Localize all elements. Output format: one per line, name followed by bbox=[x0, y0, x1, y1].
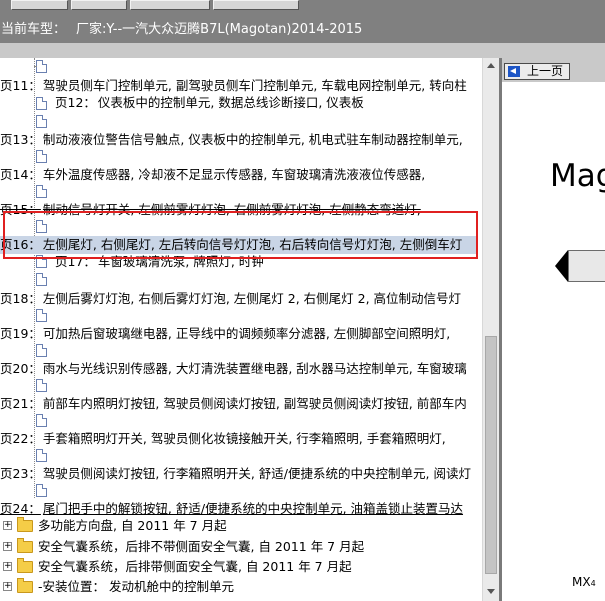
current-vehicle-value: 厂家:Y--一汽大众迈腾B7L(Magotan)2014-2015 bbox=[76, 22, 363, 37]
document-icon[interactable] bbox=[36, 379, 47, 392]
diagram-code-sub: 4 bbox=[590, 579, 596, 588]
page-number: 页11： bbox=[0, 78, 41, 93]
viewer-toolbar: 上一页 bbox=[502, 58, 605, 82]
tree-item-page-24[interactable]: 页24： 尾门把手中的解锁按钮, 舒适/便捷系统的中央控制单元, 油箱盖锁止装置马… bbox=[0, 500, 463, 518]
folder-label: -安装位置： 发动机舱中的控制单元 bbox=[38, 579, 234, 594]
toolbar-button-3[interactable] bbox=[130, 0, 210, 10]
page-components: 前部车内照明灯按钮, 驾驶员侧阅读灯按钮, 副驾驶员侧阅读灯按钮, 前部车内 bbox=[42, 396, 467, 411]
folder-label: 安全气囊系统，后排带侧面安全气囊, 自 2011 年 7 月起 bbox=[38, 559, 352, 574]
folder-label: 安全气囊系统，后排不带侧面安全气囊, 自 2011 年 7 月起 bbox=[38, 539, 365, 554]
toolbar-button-1[interactable] bbox=[11, 0, 68, 10]
nav-bar[interactable] bbox=[568, 250, 605, 282]
scrollbar-thumb[interactable] bbox=[485, 336, 497, 574]
page-number: 页24： bbox=[0, 501, 41, 516]
scroll-up-arrow-icon[interactable] bbox=[487, 63, 495, 68]
tree-item-page-14[interactable]: 页14： 车外温度传感器, 冷却液不足显示传感器, 车窗玻璃清洗液液位传感器, bbox=[0, 166, 425, 184]
header-strip bbox=[0, 43, 605, 58]
page-number: 页12： bbox=[55, 95, 96, 110]
tree-item-page-13[interactable]: 页13： 制动液液位警告信号触点, 仪表板中的控制单元, 机电式驻车制动器控制单元… bbox=[0, 131, 463, 149]
tree-folder-airbag-no-side[interactable]: + 安全气囊系统，后排不带侧面安全气囊, 自 2011 年 7 月起 bbox=[0, 538, 480, 556]
left-arrow-icon bbox=[508, 66, 520, 77]
document-icon[interactable] bbox=[36, 484, 47, 497]
folder-icon bbox=[17, 578, 33, 593]
page-number: 页18： bbox=[0, 291, 41, 306]
highlight-annotation bbox=[3, 211, 478, 259]
tree-item-page-23[interactable]: 页23： 驾驶员侧阅读灯按钮, 行李箱照明开关, 舒适/便捷系统的中央控制单元, … bbox=[0, 465, 471, 483]
expand-icon[interactable]: + bbox=[3, 521, 12, 530]
tree-item-page-21[interactable]: 页21： 前部车内照明灯按钮, 驾驶员侧阅读灯按钮, 副驾驶员侧阅读灯按钮, 前部… bbox=[0, 395, 467, 413]
page-number: 页14： bbox=[0, 167, 41, 182]
current-vehicle-label: 当前车型： bbox=[1, 22, 67, 37]
tree-connector bbox=[34, 66, 36, 67]
folder-icon bbox=[17, 558, 33, 573]
tree-item-page-19[interactable]: 页19： 可加热后窗玻璃继电器, 正导线中的调频频率分滤器, 左侧脚部空间照明灯, bbox=[0, 325, 450, 343]
tree-scrollbar[interactable] bbox=[482, 58, 499, 601]
document-icon[interactable] bbox=[36, 449, 47, 462]
tree-folder-multifunction-wheel[interactable]: + 多功能方向盘, 自 2011 年 7 月起 bbox=[0, 517, 480, 535]
wiring-tree: 页11： 驾驶员侧车门控制单元, 副驾驶员侧车门控制单元, 车载电网控制单元, 转… bbox=[0, 58, 482, 601]
expand-icon[interactable]: + bbox=[3, 562, 12, 571]
folder-label: 多功能方向盘, 自 2011 年 7 月起 bbox=[38, 518, 227, 533]
previous-page-label: 上一页 bbox=[527, 64, 564, 78]
document-icon[interactable] bbox=[36, 150, 47, 163]
top-toolbar: 当前车型： 厂家:Y--一汽大众迈腾B7L(Magotan)2014-2015 bbox=[0, 0, 605, 43]
document-icon[interactable] bbox=[36, 309, 47, 322]
diagram-code-main: MX bbox=[572, 575, 591, 589]
page-number: 页23： bbox=[0, 466, 41, 481]
current-vehicle: 当前车型： 厂家:Y--一汽大众迈腾B7L(Magotan)2014-2015 bbox=[1, 21, 362, 39]
document-icon[interactable] bbox=[36, 97, 47, 110]
scroll-down-arrow-icon[interactable] bbox=[487, 589, 495, 594]
page-number: 页13： bbox=[0, 132, 41, 147]
page-components: 制动液液位警告信号触点, 仪表板中的控制单元, 机电式驻车制动器控制单元, bbox=[42, 132, 463, 147]
document-icon[interactable] bbox=[36, 273, 47, 286]
tree-item-page-12[interactable]: 页12： 仪表板中的控制单元, 数据总线诊断接口, 仪表板 bbox=[55, 94, 364, 112]
page-number: 页19： bbox=[0, 326, 41, 341]
nav-left-arrow-icon[interactable] bbox=[555, 250, 568, 282]
tree-item-page-11[interactable]: 页11： 驾驶员侧车门控制单元, 副驾驶员侧车门控制单元, 车载电网控制单元, 转… bbox=[0, 77, 467, 95]
tree-item-page-20[interactable]: 页20： 雨水与光线识别传感器, 大灯清洗装置继电器, 刮水器马达控制单元, 车窗… bbox=[0, 360, 467, 378]
page-components: 左侧后雾灯灯泡, 右侧后雾灯灯泡, 左侧尾灯 2, 右侧尾灯 2, 高位制动信号… bbox=[42, 291, 462, 306]
previous-page-button[interactable]: 上一页 bbox=[504, 63, 570, 80]
page-components: 仪表板中的控制单元, 数据总线诊断接口, 仪表板 bbox=[97, 95, 364, 110]
document-viewer: 上一页 Mag MX4 bbox=[502, 58, 605, 601]
page-number: 页22： bbox=[0, 431, 41, 446]
tree-folder-airbag-side[interactable]: + 安全气囊系统，后排带侧面安全气囊, 自 2011 年 7 月起 bbox=[0, 558, 480, 576]
page-number: 页21： bbox=[0, 396, 41, 411]
toolbar-button-2[interactable] bbox=[71, 0, 127, 10]
tree-item-page-18[interactable]: 页18： 左侧后雾灯灯泡, 右侧后雾灯灯泡, 左侧尾灯 2, 右侧尾灯 2, 高位… bbox=[0, 290, 461, 308]
toolbar-button-4[interactable] bbox=[213, 0, 299, 10]
page-components: 尾门把手中的解锁按钮, 舒适/便捷系统的中央控制单元, 油箱盖锁止装置马达 bbox=[42, 501, 464, 516]
diagram-title: Mag bbox=[550, 158, 605, 194]
page-components: 可加热后窗玻璃继电器, 正导线中的调频频率分滤器, 左侧脚部空间照明灯, bbox=[42, 326, 451, 341]
page-number: 页20： bbox=[0, 361, 41, 376]
page-components: 驾驶员侧阅读灯按钮, 行李箱照明开关, 舒适/便捷系统的中央控制单元, 阅读灯 bbox=[42, 466, 471, 481]
page-components: 驾驶员侧车门控制单元, 副驾驶员侧车门控制单元, 车载电网控制单元, 转向柱 bbox=[42, 78, 467, 93]
folder-icon bbox=[17, 517, 33, 532]
document-icon[interactable] bbox=[36, 185, 47, 198]
document-icon[interactable] bbox=[36, 60, 47, 73]
expand-icon[interactable]: + bbox=[3, 582, 12, 591]
page-components: 雨水与光线识别传感器, 大灯清洗装置继电器, 刮水器马达控制单元, 车窗玻璃 bbox=[42, 361, 467, 376]
document-icon[interactable] bbox=[36, 414, 47, 427]
folder-icon bbox=[17, 538, 33, 553]
expand-icon[interactable]: + bbox=[3, 542, 12, 551]
diagram-code: MX4 bbox=[572, 575, 596, 589]
document-icon[interactable] bbox=[36, 344, 47, 357]
page-components: 手套箱照明灯开关, 驾驶员侧化妆镜接触开关, 行李箱照明, 手套箱照明灯, bbox=[42, 431, 446, 446]
tree-folder-install-location[interactable]: + -安装位置： 发动机舱中的控制单元 bbox=[0, 578, 480, 596]
tree-item-page-22[interactable]: 页22： 手套箱照明灯开关, 驾驶员侧化妆镜接触开关, 行李箱照明, 手套箱照明灯… bbox=[0, 430, 446, 448]
page-components: 车外温度传感器, 冷却液不足显示传感器, 车窗玻璃清洗液液位传感器, bbox=[42, 167, 426, 182]
document-icon[interactable] bbox=[36, 115, 47, 128]
